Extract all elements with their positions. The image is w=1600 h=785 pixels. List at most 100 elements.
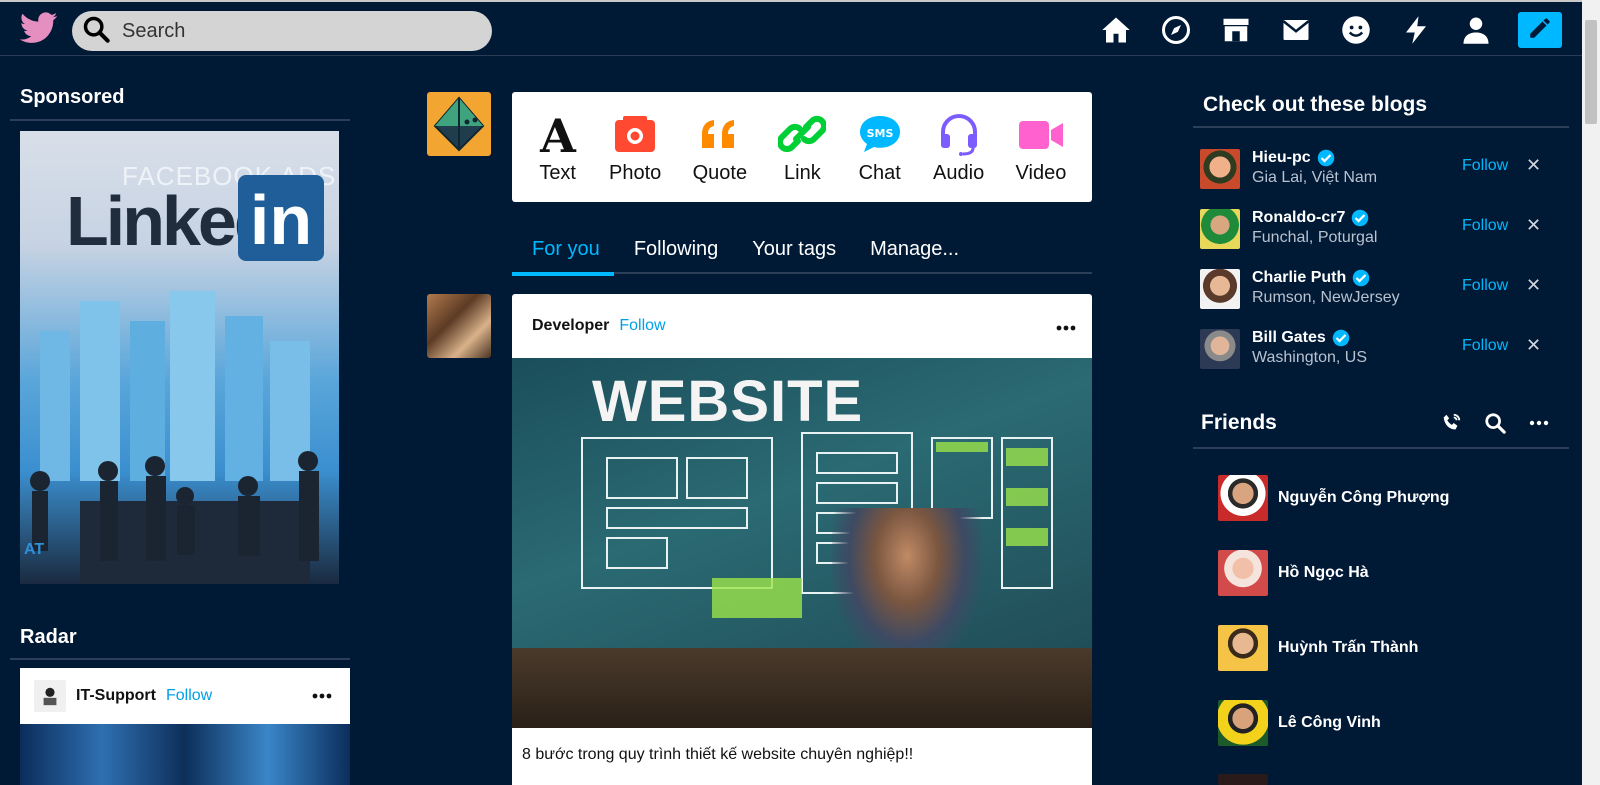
- blog-name-text: Charlie Puth: [1252, 269, 1347, 286]
- post-type-bar: A Text Photo Quote Link SMS Chat Audio V…: [512, 92, 1092, 202]
- post-author-avatar[interactable]: [427, 294, 491, 358]
- dismiss-icon[interactable]: ✕: [1526, 275, 1541, 296]
- camera-icon: [613, 110, 657, 158]
- avatar[interactable]: [1218, 550, 1268, 596]
- friend-item[interactable]: Lê Công Vinh: [1218, 699, 1538, 747]
- blog-name-text: Bill Gates: [1252, 329, 1326, 346]
- search-input[interactable]: [122, 19, 452, 43]
- follow-button[interactable]: Follow: [619, 317, 665, 335]
- sponsored-title: Sponsored: [20, 86, 125, 108]
- blog-name[interactable]: Charlie Puth: [1252, 269, 1370, 287]
- search-bar[interactable]: [72, 11, 492, 51]
- scrollbar-thumb[interactable]: [1585, 20, 1597, 124]
- post-type-video[interactable]: Video: [1016, 110, 1066, 185]
- avatar[interactable]: [1200, 209, 1240, 249]
- friend-item[interactable]: Huỳnh Trấn Thành: [1218, 624, 1538, 672]
- avatar[interactable]: [34, 680, 66, 712]
- link-icon: [778, 110, 827, 158]
- quote-icon: [700, 110, 740, 158]
- ad-silhouettes-illustration: [30, 291, 319, 584]
- tab-following[interactable]: Following: [614, 232, 732, 274]
- svg-text:A: A: [539, 112, 577, 156]
- blog-suggestion: Ronaldo-cr7 Funchal, Poturgal Follow ✕: [1200, 207, 1550, 251]
- store-icon[interactable]: [1220, 14, 1252, 46]
- avatar[interactable]: [1218, 774, 1268, 785]
- divider: [10, 658, 350, 660]
- post-type-audio[interactable]: Audio: [933, 110, 984, 185]
- divider: [1193, 447, 1569, 449]
- avatar[interactable]: [1200, 269, 1240, 309]
- radar-post-author[interactable]: IT-Support: [76, 687, 156, 705]
- dismiss-icon[interactable]: ✕: [1526, 215, 1541, 236]
- dismiss-icon[interactable]: ✕: [1526, 155, 1541, 176]
- avatar[interactable]: [1218, 625, 1268, 671]
- feed-post: Developer Follow WEBSITE 8 bước trong qu…: [512, 294, 1092, 785]
- mail-icon[interactable]: [1280, 14, 1312, 46]
- blog-name[interactable]: Hieu-pc: [1252, 149, 1335, 167]
- divider: [1193, 126, 1569, 128]
- twitter-bird-logo-icon[interactable]: [19, 12, 58, 44]
- post-image[interactable]: WEBSITE: [512, 358, 1092, 728]
- post-type-label: Quote: [692, 161, 748, 184]
- dismiss-icon[interactable]: ✕: [1526, 335, 1541, 356]
- search-icon[interactable]: [1484, 412, 1506, 434]
- friend-item[interactable]: Hồ Ngọc Hà: [1218, 549, 1538, 597]
- blog-name[interactable]: Ronaldo-cr7: [1252, 209, 1369, 227]
- video-icon: [1017, 110, 1065, 158]
- activity-icon[interactable]: [1400, 14, 1432, 46]
- post-caption: 8 bước trong quy trình thiết kế website …: [522, 746, 914, 763]
- call-icon[interactable]: [1440, 412, 1462, 434]
- more-icon[interactable]: [1528, 412, 1550, 434]
- verified-icon: [1352, 209, 1369, 227]
- compose-button[interactable]: [1518, 12, 1562, 48]
- nav-icons: [1100, 14, 1520, 46]
- post-image-title: WEBSITE: [592, 369, 864, 434]
- post-type-link[interactable]: Link: [778, 110, 827, 185]
- post-type-text[interactable]: A Text: [538, 110, 578, 185]
- ad-corner-text: AT: [24, 541, 45, 558]
- avatar[interactable]: [1200, 149, 1240, 189]
- avatar[interactable]: [1218, 700, 1268, 746]
- post-type-quote[interactable]: Quote: [693, 110, 747, 185]
- radar-title: Radar: [20, 626, 77, 648]
- sponsored-ad[interactable]: FACEBOOK ADS Linked in AT: [20, 131, 339, 584]
- explore-icon[interactable]: [1160, 14, 1192, 46]
- friends-actions: [1440, 412, 1572, 434]
- svg-text:SMS: SMS: [866, 127, 893, 140]
- radar-post-image[interactable]: [20, 724, 350, 785]
- follow-button[interactable]: Follow: [1462, 277, 1508, 295]
- home-icon[interactable]: [1100, 14, 1132, 46]
- follow-button[interactable]: Follow: [1462, 337, 1508, 355]
- friend-item[interactable]: Nguyễn Công Phượng: [1218, 474, 1538, 522]
- post-type-label: Chat: [858, 161, 901, 184]
- avatar[interactable]: [1200, 329, 1240, 369]
- emoji-icon[interactable]: [1340, 14, 1372, 46]
- blog-location: Gia Lai, Việt Nam: [1252, 169, 1378, 186]
- blog-suggestion: Bill Gates Washington, US Follow ✕: [1200, 327, 1550, 371]
- tab-for-you[interactable]: For you: [512, 232, 614, 276]
- ad-brand-box: in: [238, 175, 324, 261]
- friend-name: Huỳnh Trấn Thành: [1278, 639, 1419, 656]
- blog-location: Funchal, Poturgal: [1252, 229, 1378, 246]
- verified-icon: [1352, 269, 1370, 287]
- account-icon[interactable]: [1460, 14, 1492, 46]
- post-type-photo[interactable]: Photo: [609, 110, 661, 185]
- user-avatar[interactable]: [427, 92, 491, 156]
- more-icon[interactable]: [312, 686, 332, 704]
- tab-your-tags[interactable]: Your tags: [732, 232, 850, 274]
- tab-manage[interactable]: Manage...: [850, 232, 973, 274]
- more-icon[interactable]: [1056, 318, 1076, 336]
- divider: [10, 119, 350, 121]
- blog-name[interactable]: Bill Gates: [1252, 329, 1350, 347]
- page-scrollbar[interactable]: [1582, 0, 1600, 785]
- blogs-title: Check out these blogs: [1203, 93, 1428, 116]
- follow-button[interactable]: Follow: [166, 687, 212, 705]
- chat-icon: SMS: [858, 110, 902, 158]
- post-type-label: Audio: [933, 161, 985, 184]
- post-author[interactable]: Developer: [532, 317, 609, 335]
- verified-icon: [1317, 149, 1334, 167]
- avatar[interactable]: [1218, 475, 1268, 521]
- post-type-chat[interactable]: SMS Chat: [858, 110, 902, 185]
- follow-button[interactable]: Follow: [1462, 157, 1508, 175]
- follow-button[interactable]: Follow: [1462, 217, 1508, 235]
